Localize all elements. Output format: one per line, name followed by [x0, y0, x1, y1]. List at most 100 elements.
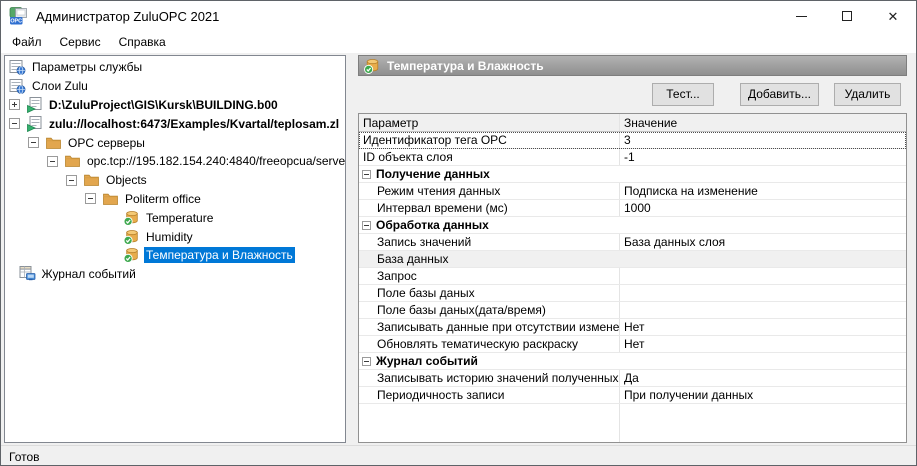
minimize-button[interactable] — [778, 1, 824, 31]
tree-item[interactable]: zulu://localhost:6473/Examples/Kvartal/t… — [5, 114, 345, 133]
app-icon — [9, 6, 29, 26]
menu-item-help[interactable]: Справка — [110, 32, 175, 52]
property-row[interactable]: Поле базы даных(дата/время) — [359, 302, 906, 319]
tree-item-label[interactable]: zulu://localhost:6473/Examples/Kvartal/t… — [47, 116, 341, 132]
tag-icon — [123, 210, 140, 226]
property-name: Поле базы даных — [359, 285, 619, 301]
app-window: Администратор ZuluOPC 2021 ✕ Файл Сервис… — [0, 0, 917, 466]
server-tree: Параметры службы Слои Zulu D:\ZuluProject\… — [4, 55, 346, 443]
tree-item[interactable]: Журнал событий — [5, 265, 345, 284]
tree-item[interactable]: Temperature — [5, 208, 345, 227]
group-collapse-icon[interactable] — [362, 170, 371, 179]
property-row[interactable]: Записывать историю значений полученных д… — [359, 370, 906, 387]
tree-item[interactable]: D:\ZuluProject\GIS\Kursk\BUILDING.b00 — [5, 96, 345, 115]
property-name: ID объекта слоя — [359, 149, 619, 165]
folder-icon — [64, 153, 81, 169]
property-value[interactable]: -1 — [619, 149, 906, 165]
maximize-button[interactable] — [824, 1, 870, 31]
menu-bar: Файл Сервис Справка — [1, 31, 916, 53]
test-button[interactable]: Тест... — [652, 83, 714, 106]
tree-item[interactable]: opc.tcp://195.182.154.240:4840/freeopcua… — [5, 152, 345, 171]
column-header-parameter: Параметр — [359, 114, 619, 131]
folder-icon — [102, 191, 119, 207]
collapse-icon[interactable] — [28, 137, 39, 148]
tree-item[interactable]: Параметры службы — [5, 58, 345, 77]
group-label: Получение данных — [376, 167, 490, 181]
layer-icon — [26, 97, 43, 113]
journal-icon — [19, 266, 36, 282]
property-value[interactable]: 3 — [619, 132, 906, 148]
tree-item[interactable]: Humidity — [5, 227, 345, 246]
tree-item-label[interactable]: Температура и Влажность — [144, 247, 295, 263]
property-value[interactable]: База данных слоя — [619, 234, 906, 250]
tree-item[interactable]: OPC серверы — [5, 133, 345, 152]
property-subheader-row[interactable]: База данных — [359, 251, 906, 268]
property-row[interactable]: Режим чтения данныхПодписка на изменение — [359, 183, 906, 200]
close-button[interactable]: ✕ — [870, 1, 916, 31]
tree-item[interactable]: Слои Zulu — [5, 77, 345, 96]
property-row[interactable]: Записывать данные при отсутствии изменен… — [359, 319, 906, 336]
property-value[interactable]: Нет — [619, 336, 906, 352]
collapse-icon[interactable] — [85, 193, 96, 204]
property-name: Запись значений — [359, 234, 619, 250]
tree-item-label[interactable]: Слои Zulu — [30, 78, 90, 94]
folder-icon — [45, 135, 62, 151]
tree-item-label[interactable]: opc.tcp://195.182.154.240:4840/freeopcua… — [85, 153, 346, 169]
tree-item-label[interactable]: Politerm office — [123, 191, 203, 207]
property-value[interactable]: Подписка на изменение — [619, 183, 906, 199]
tree-item-label[interactable]: Журнал событий — [40, 266, 138, 282]
add-button[interactable]: Добавить... — [740, 83, 819, 106]
property-value[interactable]: Нет — [619, 319, 906, 335]
property-name: Обновлять тематическую раскраску — [359, 336, 619, 352]
tree-item-label[interactable]: OPC серверы — [66, 135, 147, 151]
group-collapse-icon[interactable] — [362, 221, 371, 230]
menu-item-service[interactable]: Сервис — [51, 32, 110, 52]
property-group-row[interactable]: Обработка данных — [359, 217, 906, 234]
tree-item-label[interactable]: D:\ZuluProject\GIS\Kursk\BUILDING.b00 — [47, 97, 280, 113]
property-row[interactable]: ID объекта слоя-1 — [359, 149, 906, 166]
property-value[interactable]: Да — [619, 370, 906, 386]
property-group-row[interactable]: Получение данных — [359, 166, 906, 183]
tree-item[interactable]: Objects — [5, 171, 345, 190]
service-icon — [9, 78, 26, 94]
property-row[interactable]: Идентификатор тега OPC3 — [359, 132, 906, 149]
property-value[interactable] — [619, 302, 906, 318]
panel-splitter[interactable] — [346, 55, 358, 443]
property-value[interactable]: При получении данных — [619, 387, 906, 403]
column-header-value: Значение — [619, 114, 906, 131]
property-row[interactable]: Обновлять тематическую раскраскуНет — [359, 336, 906, 353]
collapse-icon[interactable] — [66, 175, 77, 186]
collapse-icon[interactable] — [47, 156, 58, 167]
tag-icon — [123, 229, 140, 245]
property-row[interactable]: Запрос — [359, 268, 906, 285]
property-group-row[interactable]: Журнал событий — [359, 353, 906, 370]
minimize-icon — [796, 16, 807, 17]
property-row[interactable]: Периодичность записиПри получении данных — [359, 387, 906, 404]
menu-item-file[interactable]: Файл — [3, 32, 51, 52]
expand-icon[interactable] — [9, 99, 20, 110]
tree-item[interactable]: Температура и Влажность — [5, 246, 345, 265]
property-value[interactable]: 1000 — [619, 200, 906, 216]
tree-item-label[interactable]: Temperature — [144, 210, 215, 226]
group-label: Журнал событий — [376, 354, 478, 368]
group-collapse-icon[interactable] — [362, 357, 371, 366]
property-row[interactable]: Поле базы даных — [359, 285, 906, 302]
property-row[interactable]: Интервал времени (мс)1000 — [359, 200, 906, 217]
tree-item-label[interactable]: Objects — [104, 172, 149, 188]
property-value[interactable] — [619, 268, 906, 284]
tag-icon — [123, 247, 140, 263]
tree-item[interactable]: Politerm office — [5, 190, 345, 209]
property-name: Идентификатор тега OPC — [359, 132, 619, 148]
collapse-icon[interactable] — [9, 118, 20, 129]
close-icon: ✕ — [888, 10, 899, 23]
delete-button[interactable]: Удалить — [834, 83, 901, 106]
title-bar: Администратор ZuluOPC 2021 ✕ — [1, 1, 916, 31]
property-row[interactable]: Запись значенийБаза данных слоя — [359, 234, 906, 251]
property-value[interactable] — [619, 285, 906, 301]
tree-item-label[interactable]: Humidity — [144, 229, 195, 245]
property-name: Интервал времени (мс) — [359, 200, 619, 216]
tree-item-label[interactable]: Параметры службы — [30, 59, 144, 75]
property-grid: Параметр Значение Идентификатор тега OPC… — [358, 113, 907, 443]
service-icon — [9, 59, 26, 75]
details-panel: Температура и Влажность Тест... Добавить… — [358, 55, 907, 443]
